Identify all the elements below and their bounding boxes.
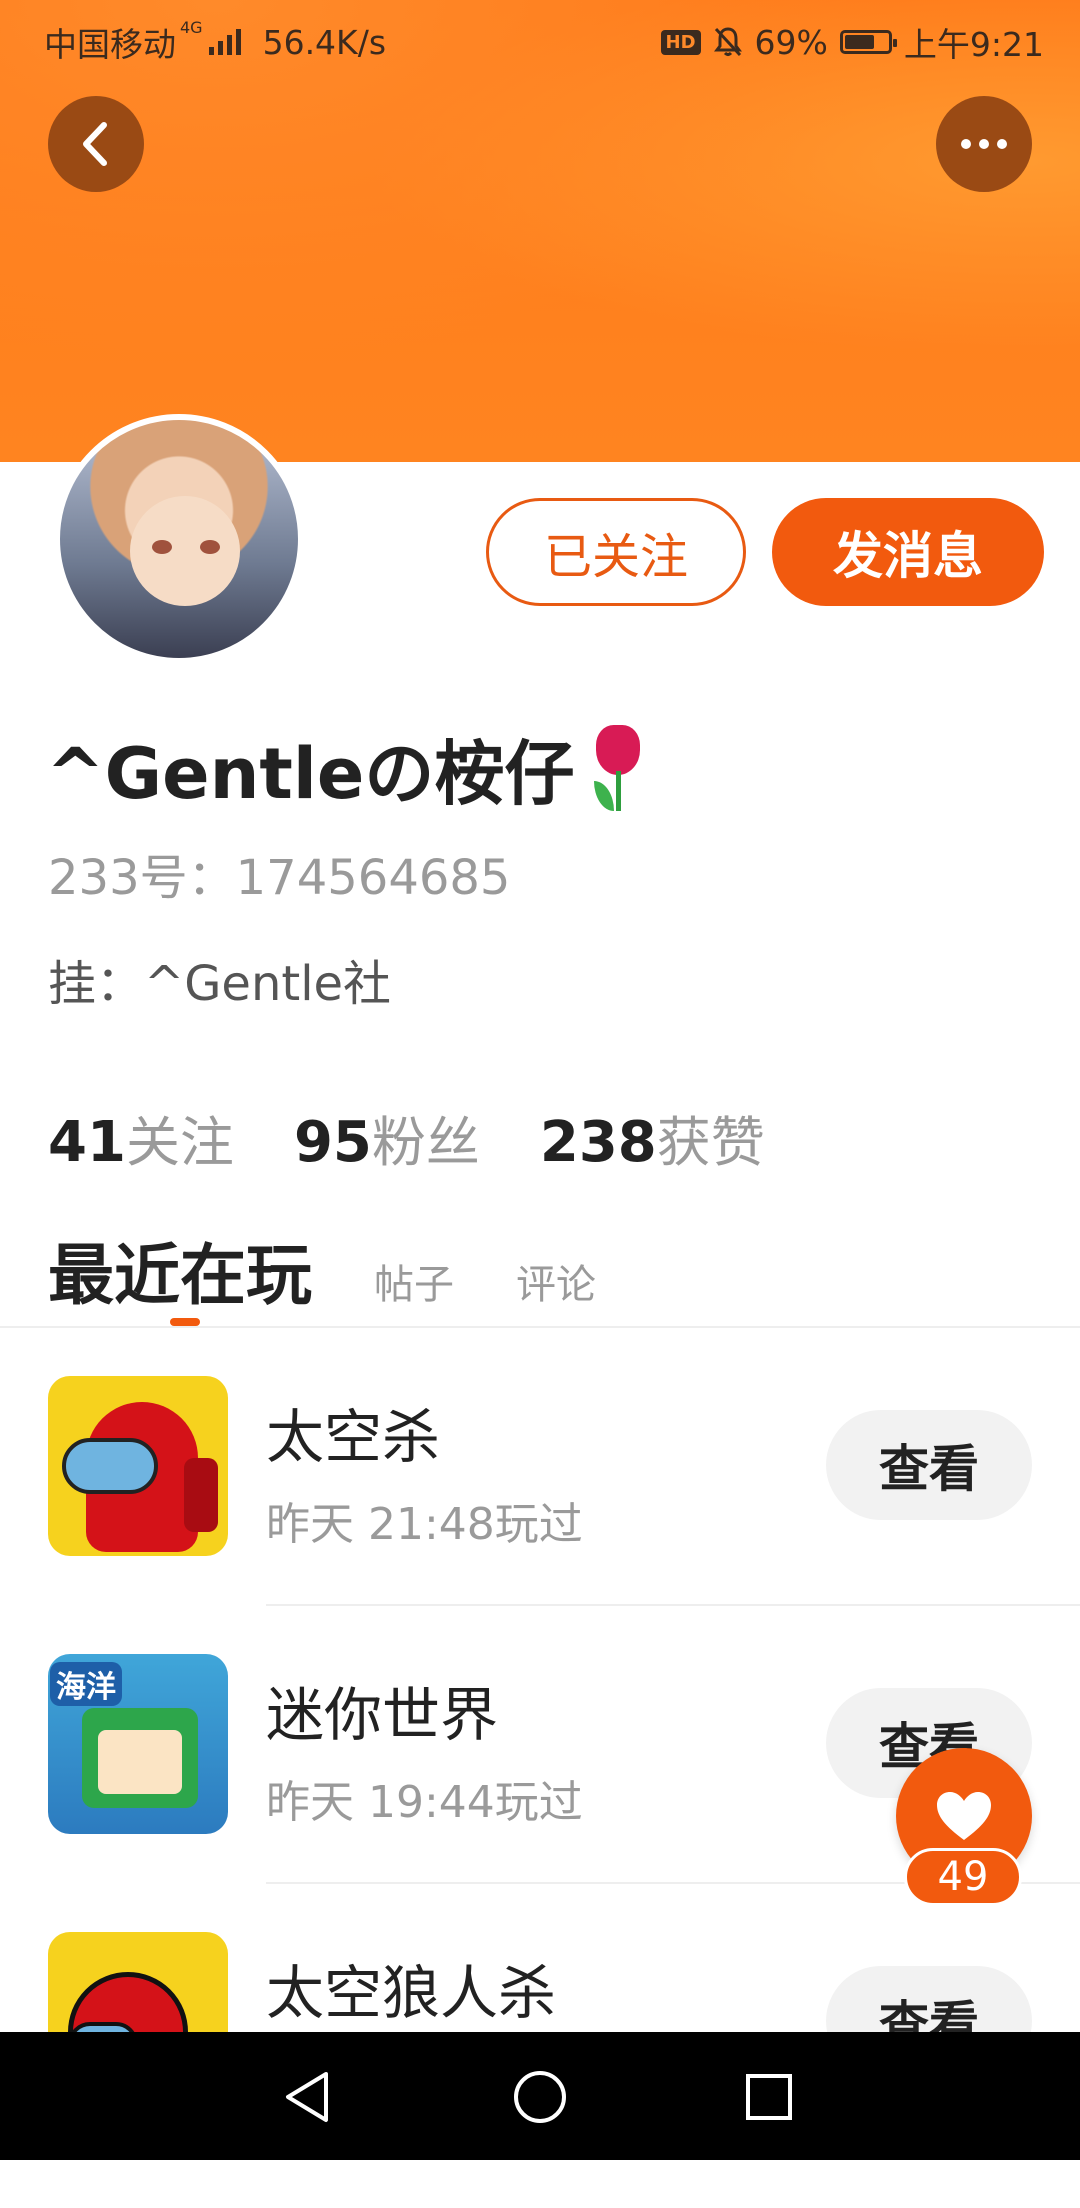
circle-home-icon xyxy=(514,2071,566,2123)
back-button[interactable] xyxy=(48,96,144,192)
avatar[interactable] xyxy=(54,414,304,664)
square-recents-icon xyxy=(746,2074,792,2120)
stats-bar: 41关注 95粉丝 238获赞 xyxy=(48,1098,765,1177)
club-tag[interactable]: 挂：^Gentle社 xyxy=(48,944,391,1014)
tab-posts[interactable]: 帖子 xyxy=(374,1252,454,1310)
game-name: 太空杀 xyxy=(266,1403,441,1471)
signal-icon xyxy=(208,29,241,55)
mini-world-game-icon: 海洋 xyxy=(48,1654,228,1834)
game-time: 昨天 21:48玩过 xyxy=(266,1499,583,1550)
nav-back-button[interactable] xyxy=(272,2062,342,2132)
username: ^Gentleの桉仔 xyxy=(46,718,646,819)
more-button[interactable] xyxy=(936,96,1032,192)
user-id: 233号：174564685 xyxy=(48,850,511,906)
tab-recent-play[interactable]: 最近在玩 xyxy=(48,1222,312,1318)
view-button[interactable]: 查看 xyxy=(826,1410,1032,1520)
network-label: 4G xyxy=(180,18,203,37)
carrier-label: 中国移动 xyxy=(44,25,176,64)
tab-indicator xyxy=(170,1318,200,1326)
system-nav-bar xyxy=(0,2032,1080,2160)
battery-percent: 69% xyxy=(754,22,828,62)
tulip-icon xyxy=(590,724,646,813)
followed-button[interactable]: 已关注 xyxy=(486,498,746,606)
list-item[interactable]: 太空杀 昨天 21:48玩过 查看 xyxy=(0,1376,1080,1652)
tab-comments[interactable]: 评论 xyxy=(516,1252,596,1310)
tabs-divider xyxy=(0,1326,1080,1328)
stat-likes[interactable]: 238获赞 xyxy=(540,1098,765,1177)
stat-following[interactable]: 41关注 xyxy=(48,1098,234,1177)
send-message-button[interactable]: 发消息 xyxy=(772,498,1044,606)
stat-fans[interactable]: 95粉丝 xyxy=(294,1098,480,1177)
profile-tabs: 最近在玩 帖子 评论 xyxy=(48,1222,596,1318)
battery-icon xyxy=(839,30,897,54)
like-count: 49 xyxy=(904,1848,1022,1906)
heart-icon xyxy=(937,1792,991,1840)
chevron-left-icon xyxy=(83,122,107,166)
nav-home-button[interactable] xyxy=(505,2062,575,2132)
hd-icon: HD xyxy=(660,29,701,55)
clock: 上午9:21 xyxy=(903,25,1044,64)
icon-tag: 海洋 xyxy=(50,1662,122,1706)
game-name: 太空狼人杀 xyxy=(266,1959,557,2027)
network-speed: 56.4K/s xyxy=(262,22,387,62)
status-bar: 中国移动 4G 56.4K/s HD 69% 上午9:21 xyxy=(0,0,1080,74)
divider xyxy=(266,1604,1080,1606)
among-us-game-icon xyxy=(48,1376,228,1556)
triangle-back-icon xyxy=(286,2072,328,2122)
game-time: 昨天 19:44玩过 xyxy=(266,1777,583,1828)
username-text: ^Gentleの桉仔 xyxy=(46,733,575,815)
nav-recents-button[interactable] xyxy=(734,2062,804,2132)
more-dots-icon xyxy=(961,139,1007,149)
game-name: 迷你世界 xyxy=(266,1681,499,1749)
mute-bell-icon xyxy=(713,27,742,57)
